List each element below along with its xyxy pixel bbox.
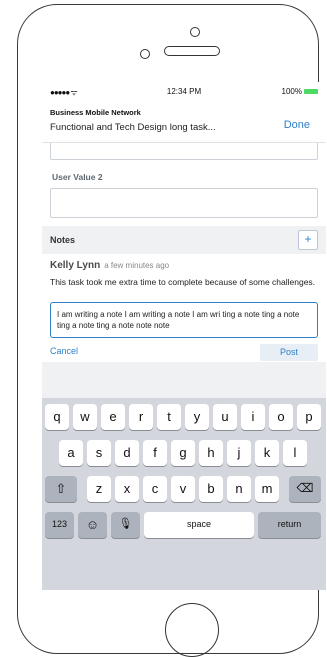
nav-bar: Business Mobile Network Functional and T… (42, 102, 326, 143)
key-o[interactable]: o (269, 404, 293, 430)
done-button[interactable]: Done (284, 119, 310, 131)
key-n[interactable]: n (227, 476, 251, 502)
cancel-button[interactable]: Cancel (50, 346, 78, 356)
key-z[interactable]: z (87, 476, 111, 502)
note-author: Kelly Lynn (50, 260, 101, 271)
key-t[interactable]: t (157, 404, 181, 430)
note-author-line: Kelly Lynn a few minutes ago (50, 260, 318, 271)
nav-title: Business Mobile Network (50, 108, 141, 117)
battery-icon (304, 89, 318, 95)
key-q[interactable]: q (45, 404, 69, 430)
key-w[interactable]: w (73, 404, 97, 430)
status-bar: ●●●●● ᯤ 12:34 PM 100% (42, 82, 326, 102)
user-value-2-field[interactable] (50, 188, 318, 218)
key-u[interactable]: u (213, 404, 237, 430)
space-key[interactable]: space (144, 512, 254, 538)
home-button[interactable] (165, 603, 219, 657)
post-button[interactable]: Post (260, 344, 318, 361)
speaker-grille (164, 46, 220, 56)
compose-actions: Cancel Post (42, 342, 326, 362)
key-k[interactable]: k (255, 440, 279, 466)
key-l[interactable]: l (283, 440, 307, 466)
note-time: a few minutes ago (104, 261, 170, 270)
key-i[interactable]: i (241, 404, 265, 430)
key-a[interactable]: a (59, 440, 83, 466)
battery-percent: 100% (281, 87, 302, 96)
screen: ●●●●● ᯤ 12:34 PM 100% Business Mobile Ne… (42, 82, 326, 590)
camera-icon (190, 27, 200, 37)
delete-key[interactable]: ⌫ (289, 476, 321, 502)
battery-indicator: 100% (282, 87, 318, 96)
nav-subtitle: Functional and Tech Design long task... (50, 122, 216, 133)
key-h[interactable]: h (199, 440, 223, 466)
mic-key[interactable]: 🎙 (111, 512, 140, 538)
key-y[interactable]: y (185, 404, 209, 430)
form-section: User Value 2 (42, 143, 326, 226)
key-v[interactable]: v (171, 476, 195, 502)
notes-title: Notes (50, 235, 76, 245)
add-note-button[interactable]: + (298, 230, 318, 250)
key-g[interactable]: g (171, 440, 195, 466)
note-item: Kelly Lynn a few minutes ago This task to… (42, 254, 326, 292)
key-c[interactable]: c (143, 476, 167, 502)
key-f[interactable]: f (143, 440, 167, 466)
return-key[interactable]: return (258, 512, 321, 538)
note-input[interactable]: I am writing a note I am writing a note … (50, 302, 318, 338)
notes-header: Notes + (42, 226, 326, 254)
user-value-2-label: User Value 2 (52, 172, 103, 182)
note-compose: I am writing a note I am writing a note … (42, 292, 326, 342)
key-x[interactable]: x (115, 476, 139, 502)
key-e[interactable]: e (101, 404, 125, 430)
front-camera-icon (140, 49, 150, 59)
keyboard: q w e r t y u i o p a s d f g h j k l ⇧ … (42, 398, 326, 590)
note-text: This task took me extra time to complete… (50, 277, 316, 287)
emoji-key[interactable]: ☺ (78, 512, 107, 538)
key-s[interactable]: s (87, 440, 111, 466)
user-value-1-field[interactable] (50, 143, 318, 160)
key-j[interactable]: j (227, 440, 251, 466)
key-m[interactable]: m (255, 476, 279, 502)
numbers-key[interactable]: 123 (45, 512, 74, 538)
key-r[interactable]: r (129, 404, 153, 430)
shift-key[interactable]: ⇧ (45, 476, 77, 502)
key-d[interactable]: d (115, 440, 139, 466)
key-p[interactable]: p (297, 404, 321, 430)
key-b[interactable]: b (199, 476, 223, 502)
